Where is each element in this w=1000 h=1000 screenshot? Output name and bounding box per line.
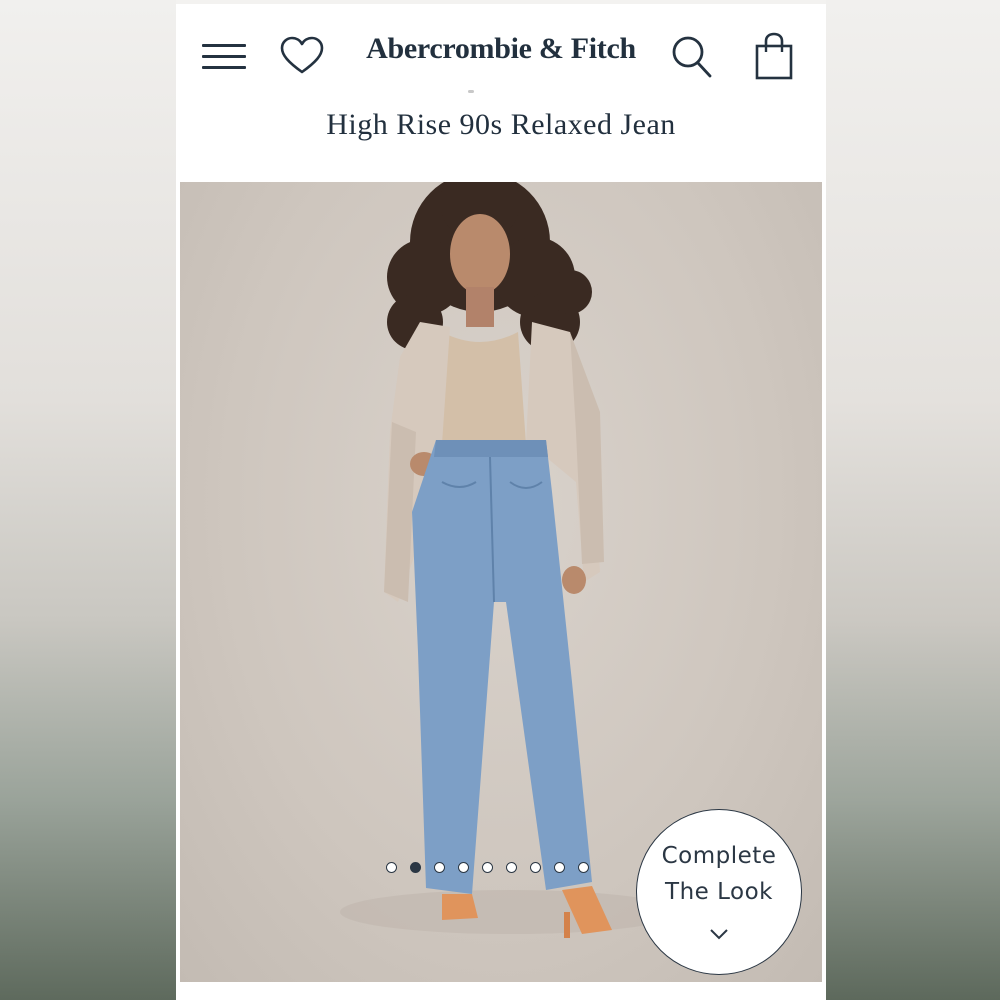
shopping-bag-icon[interactable]	[754, 32, 794, 80]
product-title: High Rise 90s Relaxed Jean	[326, 108, 676, 141]
complete-look-label-line1: Complete	[661, 843, 777, 869]
product-image[interactable]: Complete The Look	[180, 182, 822, 982]
image-carousel-indicators	[386, 862, 589, 880]
left-blurred-backdrop	[0, 0, 176, 1000]
brand-logo[interactable]: Abercrombie & Fitch	[356, 32, 646, 66]
top-navigation-bar: Abercrombie & Fitch	[176, 4, 826, 104]
carousel-dot-2[interactable]	[410, 862, 421, 873]
carousel-dot-6[interactable]	[506, 862, 517, 873]
carousel-dot-9[interactable]	[578, 862, 589, 873]
complete-look-label-line2: The Look	[665, 879, 773, 905]
heart-icon[interactable]	[280, 36, 324, 76]
complete-the-look-button[interactable]: Complete The Look	[636, 809, 802, 975]
breadcrumb-remnant	[468, 90, 474, 93]
hamburger-menu-icon[interactable]	[202, 40, 246, 72]
carousel-dot-3[interactable]	[434, 862, 445, 873]
carousel-dot-4[interactable]	[458, 862, 469, 873]
carousel-dot-5[interactable]	[482, 862, 493, 873]
mobile-screen: Abercrombie & Fitch High Rise 90s Relaxe…	[176, 4, 826, 1000]
carousel-dot-7[interactable]	[530, 862, 541, 873]
carousel-dot-1[interactable]	[386, 862, 397, 873]
carousel-dot-8[interactable]	[554, 862, 565, 873]
right-blurred-backdrop	[826, 0, 1000, 1000]
chevron-down-icon	[710, 929, 728, 940]
bottom-edge	[176, 982, 826, 1000]
search-icon[interactable]	[670, 34, 714, 80]
